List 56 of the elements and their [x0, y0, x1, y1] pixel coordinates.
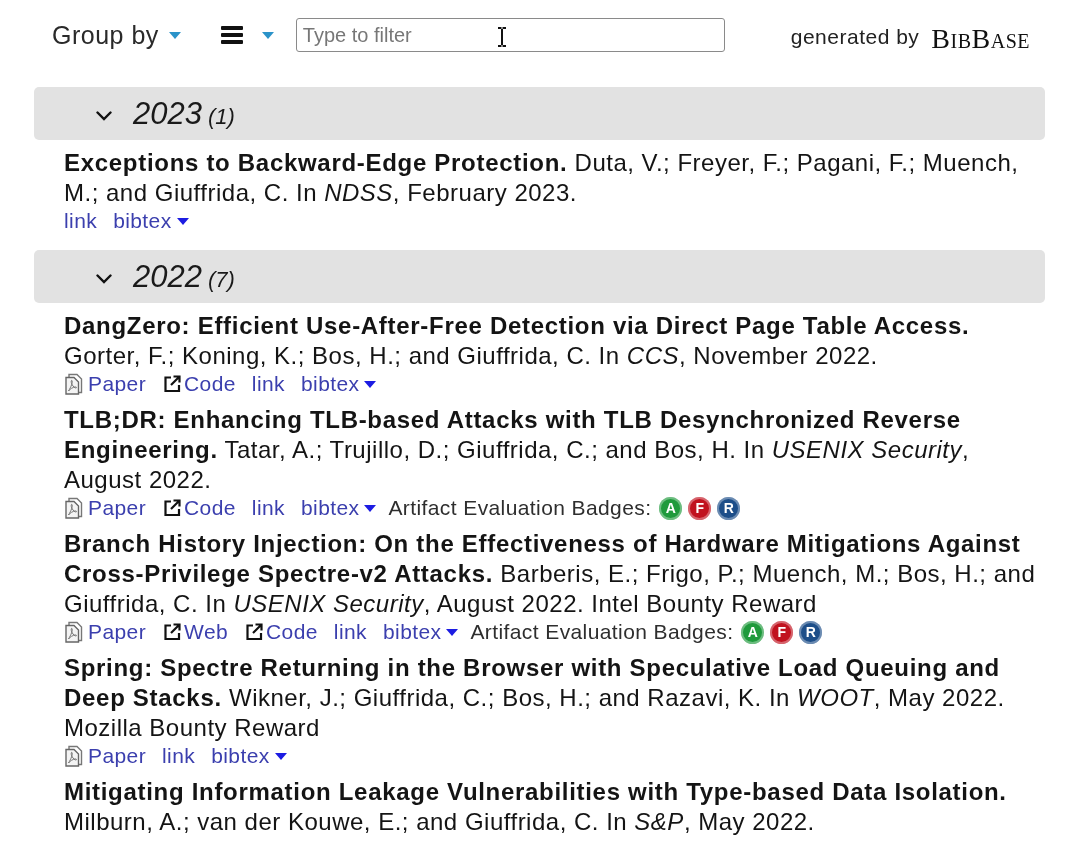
- view-menu-button[interactable]: [220, 26, 274, 44]
- external-link-icon: [244, 622, 265, 642]
- external-link-icon: [162, 374, 183, 394]
- text-link[interactable]: link: [162, 744, 196, 768]
- badges-label: Artifact Evaluation Badges:: [388, 496, 652, 520]
- year-group-header[interactable]: 2023 (1): [34, 87, 1045, 140]
- year-label: 2023: [133, 96, 202, 132]
- text-link[interactable]: link: [333, 620, 367, 644]
- external-link[interactable]: Code: [162, 496, 236, 520]
- year-group-header[interactable]: 2022 (7): [34, 250, 1045, 303]
- text-link[interactable]: link: [251, 496, 285, 520]
- dropdown-link[interactable]: bibtex: [383, 620, 459, 644]
- caret-icon: [261, 31, 274, 39]
- pdf-link[interactable]: Paper: [64, 496, 147, 520]
- citation-text: DangZero: Efficient Use-After-Free Detection via Direct Page Table Access. Gorter, F.; Koning, K.; Bos, H.; and Giuffrida, C. In CCS, November 2022.: [64, 311, 971, 371]
- external-link-icon: [162, 622, 183, 642]
- artifact-badge: R: [717, 496, 741, 520]
- caret-icon: [364, 380, 377, 388]
- caret-icon: [168, 31, 181, 39]
- external-link[interactable]: Code: [162, 372, 236, 396]
- citation-text: Exceptions to Backward-Edge Protection. Duta, V.; Freyer, F.; Pagani, F.; Muench, M.; and Giuffrida, C. In NDSS, February 2023.: [64, 148, 1020, 208]
- artifact-badge: A: [741, 620, 765, 644]
- menu-icon: [220, 26, 243, 44]
- caret-icon: [364, 504, 377, 512]
- dropdown-link[interactable]: bibtex: [113, 209, 189, 233]
- pdf-link[interactable]: Paper: [64, 620, 147, 644]
- pdf-link[interactable]: Paper: [64, 744, 147, 768]
- text-cursor-icon: [496, 27, 507, 47]
- entry-count: (1): [207, 104, 235, 130]
- text-link[interactable]: link: [251, 372, 285, 396]
- text-link[interactable]: link: [64, 209, 98, 233]
- dropdown-link[interactable]: bibtex: [301, 372, 377, 396]
- caret-icon: [176, 217, 189, 225]
- generated-by-label: generated by: [790, 25, 920, 49]
- artifact-badge: F: [688, 496, 712, 520]
- group-by-dropdown[interactable]: Group by: [52, 20, 181, 50]
- dropdown-link[interactable]: bibtex: [301, 496, 377, 520]
- dropdown-link[interactable]: bibtex: [211, 744, 287, 768]
- artifact-badge: R: [799, 620, 823, 644]
- entry-count: (7): [207, 267, 235, 293]
- citation-text: Spring: Spectre Returning in the Browser with Speculative Load Queuing and Deep Stacks. Wikner, J.; Giuffrida, C.; Bos, H.; and Razavi, K. In WOOT, May 2022. Mozilla Bounty Reward: [64, 653, 1006, 743]
- citation-text: TLB;DR: Enhancing TLB-based Attacks with TLB Desynchronized Reverse Engineering. Tatar, A.; Trujillo, D.; Giuffrida, C.; and Bos, H. In USENIX Security, August 2022.: [64, 405, 971, 495]
- citation-text: Branch History Injection: On the Effectiveness of Hardware Mitigations Against Cross-Privilege Spectre-v2 Attacks. Barberis, E.; Frigo, P.; Muench, M.; Bos, H.; and Giuffrida, C. In USENIX Security, August 2022. Intel Bounty Reward: [64, 529, 1037, 619]
- external-link[interactable]: Web: [162, 620, 229, 644]
- external-link[interactable]: Code: [244, 620, 318, 644]
- year-label: 2022: [133, 259, 202, 295]
- caret-icon: [274, 752, 287, 760]
- caret-icon: [446, 628, 459, 636]
- citation-text: Mitigating Information Leakage Vulnerabilities with Type-based Data Isolation. Milburn, A.; van der Kouwe, E.; and Giuffrida, C. In S&P, May 2022.: [64, 777, 1008, 837]
- filter-field[interactable]: Type to filter: [295, 18, 725, 52]
- artifact-badge: F: [770, 620, 794, 644]
- badges-label: Artifact Evaluation Badges:: [470, 620, 734, 644]
- external-link-icon: [162, 498, 183, 518]
- artifact-badge: A: [659, 496, 683, 520]
- pdf-link[interactable]: Paper: [64, 372, 147, 396]
- site-logo[interactable]: BibBase: [931, 23, 1030, 55]
